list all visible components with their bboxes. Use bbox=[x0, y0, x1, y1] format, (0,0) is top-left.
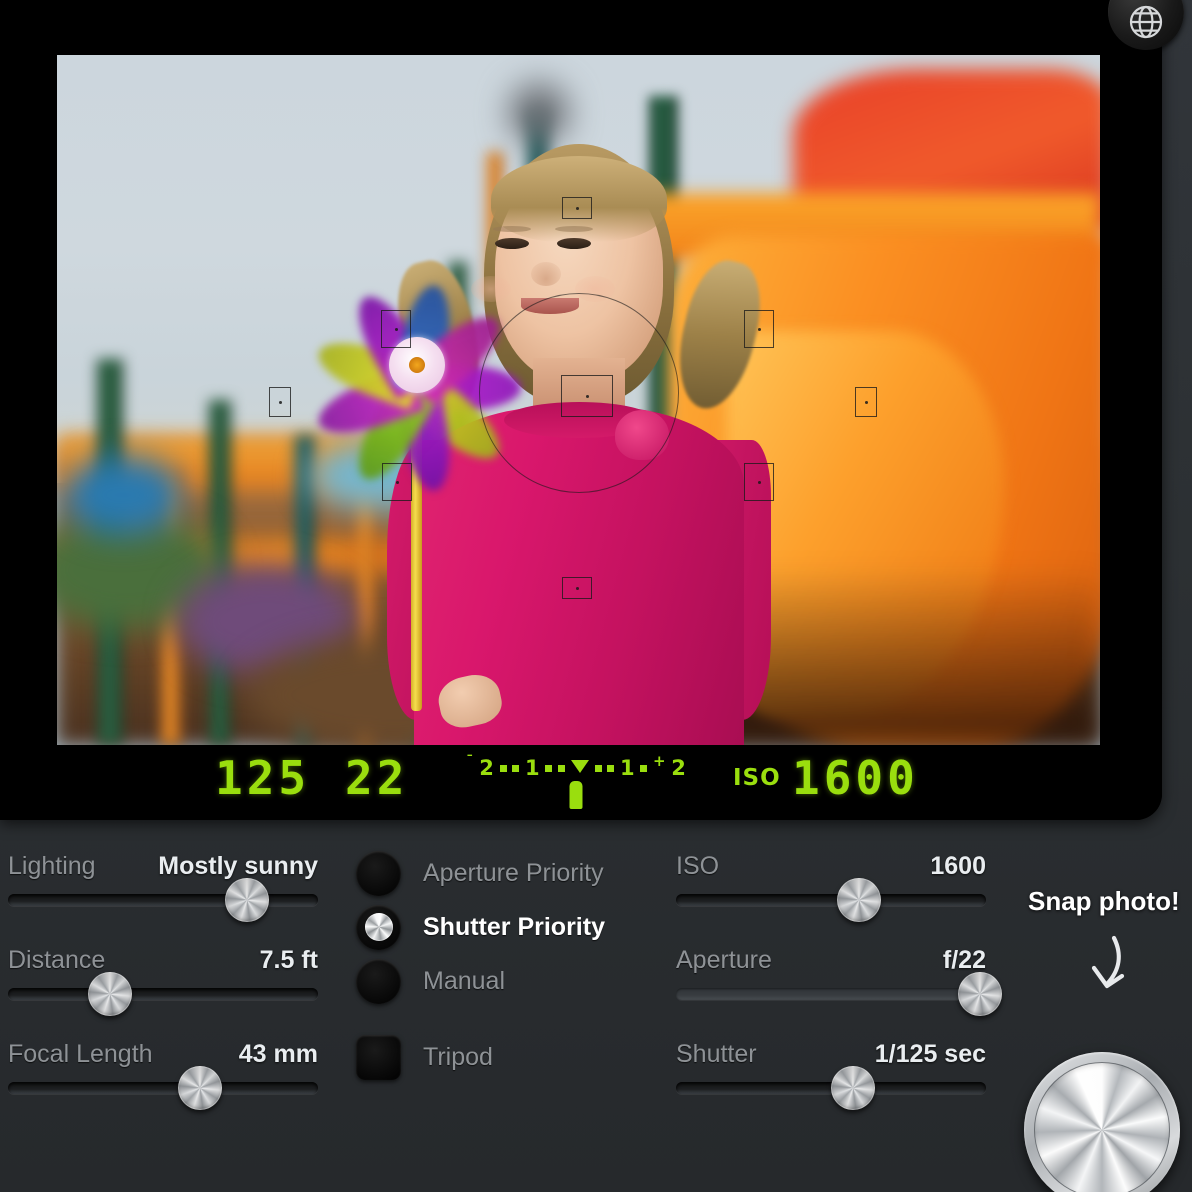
slider-iso[interactable]: ISO 1600 bbox=[676, 852, 986, 946]
meter-tick bbox=[558, 764, 566, 772]
slider-distance[interactable]: Distance 7.5 ft bbox=[8, 946, 318, 1040]
slider-knob[interactable] bbox=[224, 878, 269, 922]
radio-button-icon[interactable] bbox=[356, 850, 401, 896]
mode-aperture-priority[interactable]: Aperture Priority bbox=[356, 846, 646, 900]
slider-value: Mostly sunny bbox=[158, 852, 318, 880]
exposure-controls-group: ISO 1600 Aperture f/22 Shutter 1/125 sec bbox=[676, 852, 1002, 1134]
tripod-label: Tripod bbox=[423, 1042, 493, 1071]
slider-track[interactable] bbox=[676, 894, 986, 906]
af-point bbox=[855, 387, 877, 417]
curved-down-arrow-icon bbox=[1080, 934, 1140, 1005]
checkbox-icon[interactable] bbox=[356, 1034, 401, 1080]
slider-focal-length[interactable]: Focal Length 43 mm bbox=[8, 1040, 318, 1134]
af-point bbox=[562, 577, 592, 599]
af-point bbox=[381, 310, 411, 348]
shutter-button-face bbox=[1034, 1062, 1170, 1192]
slider-label: ISO bbox=[676, 852, 720, 880]
viewfinder-overlay bbox=[57, 55, 1100, 745]
slider-track[interactable] bbox=[8, 1082, 318, 1094]
lcd-iso-label: ISO bbox=[733, 765, 781, 791]
slider-value: 43 mm bbox=[238, 1040, 318, 1068]
meter-label-plus2: 2 bbox=[671, 755, 686, 780]
af-point bbox=[562, 197, 592, 219]
meter-pointer bbox=[569, 781, 583, 809]
scene-controls-group: Lighting Mostly sunny Distance 7.5 ft Fo… bbox=[8, 852, 318, 1134]
meter-minus-sign: ¯ bbox=[466, 751, 474, 770]
slider-label: Aperture bbox=[676, 946, 772, 974]
meter-center-marker bbox=[570, 759, 589, 773]
viewfinder-preview[interactable] bbox=[57, 55, 1100, 745]
mode-label: Aperture Priority bbox=[423, 858, 604, 887]
meter-tick bbox=[640, 764, 648, 772]
slider-knob[interactable] bbox=[830, 1066, 875, 1110]
globe-icon bbox=[1124, 0, 1168, 44]
meter-label-plus1: 1 bbox=[619, 755, 635, 780]
mode-shutter-priority[interactable]: Shutter Priority bbox=[356, 900, 646, 954]
camera-body: 125 22 ¯ 2 1 1 + 2 ISO 1600 bbox=[0, 0, 1162, 820]
slider-knob[interactable] bbox=[957, 972, 1002, 1016]
meter-tick bbox=[499, 764, 507, 772]
mode-label: Manual bbox=[423, 966, 505, 995]
shutter-release-button[interactable] bbox=[1024, 1052, 1180, 1192]
snap-photo-label: Snap photo! bbox=[1028, 886, 1180, 916]
radio-button-icon[interactable] bbox=[356, 958, 401, 1004]
meter-tick bbox=[512, 764, 520, 772]
control-panel: Lighting Mostly sunny Distance 7.5 ft Fo… bbox=[0, 826, 1192, 1192]
slider-track[interactable] bbox=[8, 988, 318, 1000]
slider-value: 1600 bbox=[930, 852, 986, 880]
slider-label: Lighting bbox=[8, 852, 96, 880]
slider-label: Distance bbox=[8, 946, 106, 974]
slider-track[interactable] bbox=[676, 988, 986, 1000]
slider-shutter[interactable]: Shutter 1/125 sec bbox=[676, 1040, 986, 1134]
slider-track[interactable] bbox=[8, 894, 318, 906]
lcd-shutter-speed: 125 bbox=[215, 751, 311, 805]
meter-tick bbox=[607, 764, 615, 772]
meter-plus-sign: + bbox=[653, 751, 666, 770]
lcd-iso-value: 1600 bbox=[792, 751, 919, 805]
radio-button-selected-icon[interactable] bbox=[356, 904, 401, 950]
lcd-aperture: 22 bbox=[345, 751, 409, 805]
meter-tick bbox=[594, 764, 602, 772]
radio-dot-icon bbox=[364, 913, 393, 941]
slider-aperture[interactable]: Aperture f/22 bbox=[676, 946, 1002, 1040]
af-point bbox=[744, 310, 774, 348]
exposure-mode-group: Aperture Priority Shutter Priority Manua… bbox=[356, 846, 646, 1084]
lcd-exposure-meter: ¯ 2 1 1 + 2 bbox=[466, 753, 686, 811]
slider-lighting[interactable]: Lighting Mostly sunny bbox=[8, 852, 318, 946]
af-point bbox=[269, 387, 291, 417]
tripod-checkbox-row[interactable]: Tripod bbox=[356, 1030, 646, 1084]
slider-value: 1/125 sec bbox=[874, 1040, 986, 1068]
slider-label: Focal Length bbox=[8, 1040, 153, 1068]
meter-tick bbox=[545, 764, 553, 772]
slider-label: Shutter bbox=[676, 1040, 757, 1068]
mode-label: Shutter Priority bbox=[423, 912, 605, 941]
mode-manual[interactable]: Manual bbox=[356, 954, 646, 1008]
slider-knob[interactable] bbox=[178, 1066, 223, 1110]
slider-value: f/22 bbox=[942, 946, 986, 974]
slider-knob[interactable] bbox=[88, 972, 133, 1016]
meter-label-minus1: 1 bbox=[525, 755, 540, 780]
af-point bbox=[744, 463, 774, 501]
meter-label-minus2: 2 bbox=[479, 755, 494, 780]
af-point-center bbox=[561, 375, 613, 417]
lcd-status-bar: 125 22 ¯ 2 1 1 + 2 ISO 1600 bbox=[0, 745, 1162, 820]
slider-knob[interactable] bbox=[836, 878, 881, 922]
af-point bbox=[382, 463, 412, 501]
slider-value: 7.5 ft bbox=[259, 946, 318, 974]
